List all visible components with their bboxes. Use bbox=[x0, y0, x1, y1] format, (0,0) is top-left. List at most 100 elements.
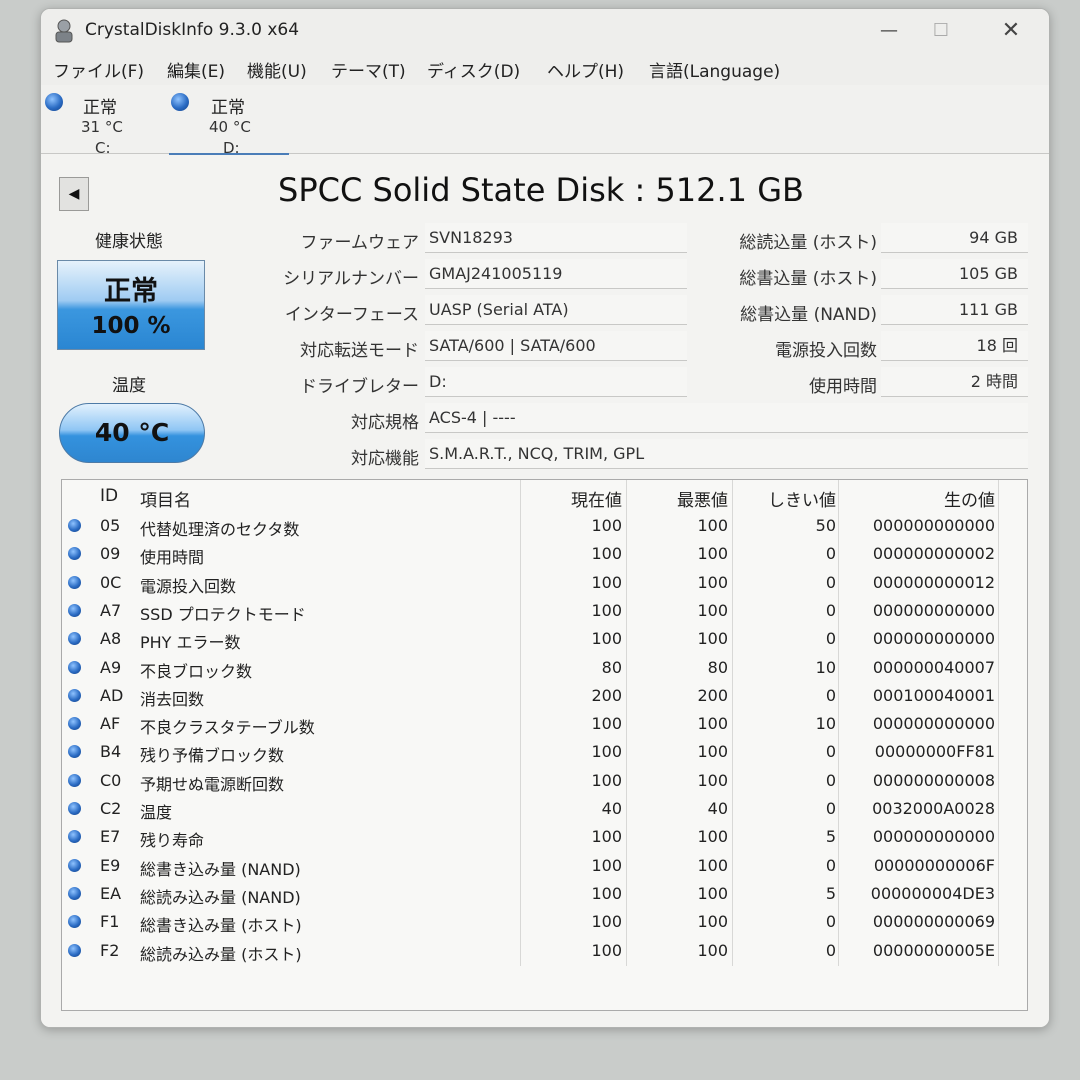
cell-worst: 100 bbox=[697, 516, 728, 535]
cell-raw: 000000000000 bbox=[872, 827, 995, 847]
cell-threshold: 0 bbox=[825, 685, 836, 705]
table-row[interactable]: C2 温度 40 40 0 0032000A0028 bbox=[62, 795, 1027, 823]
disk-status: 正常 bbox=[211, 98, 245, 118]
cell-worst: 200 bbox=[697, 685, 728, 705]
main-panel: ◀ SPCC Solid State Disk : 512.1 GB 健康状態 … bbox=[41, 155, 1049, 1027]
health-status-box[interactable]: 正常 100 % bbox=[57, 260, 205, 350]
table-row[interactable]: E7 残り寿命 100 100 5 000000000000 bbox=[62, 823, 1027, 851]
table-row[interactable]: F2 総読み込み量 (ホスト) 100 100 0 00000000005E bbox=[62, 937, 1027, 965]
status-dot-icon bbox=[68, 717, 81, 731]
header-worst[interactable]: 最悪値 bbox=[628, 486, 728, 511]
cell-current: 80 bbox=[601, 657, 622, 677]
info-value-features: S.M.A.R.T., NCQ, TRIM, GPL bbox=[425, 439, 1028, 469]
cell-name: 代替処理済のセクタ数 bbox=[140, 520, 300, 539]
cell-worst: 100 bbox=[697, 883, 728, 903]
table-row[interactable]: AF 不良クラスタテーブル数 100 100 10 000000000000 bbox=[62, 710, 1027, 738]
status-dot-icon bbox=[45, 93, 63, 111]
table-row[interactable]: A7 SSD プロテクトモード 100 100 0 000000000000 bbox=[62, 597, 1027, 625]
table-row[interactable]: 0C 電源投入回数 100 100 0 000000000012 bbox=[62, 569, 1027, 597]
minimize-button[interactable]: — bbox=[867, 15, 911, 47]
table-row[interactable]: B4 残り予備ブロック数 100 100 0 00000000FF81 bbox=[62, 738, 1027, 766]
stat-label-power-on-count: 電源投入回数 bbox=[775, 341, 877, 361]
cell-name: 残り予備ブロック数 bbox=[140, 746, 285, 766]
cell-name: 総書き込み量 (ホスト) bbox=[140, 916, 302, 936]
window-title: CrystalDiskInfo 9.3.0 x64 bbox=[85, 20, 300, 40]
table-row[interactable]: F1 総書き込み量 (ホスト) 100 100 0 000000000069 bbox=[62, 908, 1027, 936]
table-row[interactable]: 05 代替処理済のセクタ数 100 100 50 000000000000 bbox=[62, 512, 1027, 540]
temperature-value: 40 °C bbox=[94, 418, 170, 447]
previous-disk-button[interactable]: ◀ bbox=[59, 177, 89, 211]
cell-threshold: 0 bbox=[825, 770, 836, 790]
table-row[interactable]: A8 PHY エラー数 100 100 0 000000000000 bbox=[62, 625, 1027, 653]
close-button[interactable]: ✕ bbox=[989, 15, 1033, 47]
cell-worst: 100 bbox=[697, 544, 728, 564]
cell-raw: 00000000FF81 bbox=[874, 742, 995, 762]
cell-current: 100 bbox=[591, 940, 622, 960]
cell-threshold: 0 bbox=[825, 600, 836, 620]
header-threshold[interactable]: しきい値 bbox=[734, 486, 836, 511]
menu-function[interactable]: 機能(U) bbox=[247, 57, 307, 82]
menu-help[interactable]: ヘルプ(H) bbox=[547, 57, 624, 82]
stat-value-power-on-hours: 2 時間 bbox=[881, 367, 1028, 397]
info-label-interface: インターフェース bbox=[284, 305, 419, 325]
status-dot-icon bbox=[68, 547, 81, 561]
disk-selector-bar: 正常 31 °C C: 正常 40 °C D: bbox=[41, 85, 1049, 157]
info-value-serial: GMAJ241005119 bbox=[425, 259, 687, 289]
menu-file[interactable]: ファイル(F) bbox=[53, 57, 144, 82]
cell-worst: 100 bbox=[697, 600, 728, 620]
table-row[interactable]: A9 不良ブロック数 80 80 10 000000040007 bbox=[62, 654, 1027, 682]
status-dot-icon bbox=[68, 802, 81, 815]
cell-raw: 000000000008 bbox=[872, 770, 995, 790]
menu-theme[interactable]: テーマ(T) bbox=[331, 57, 406, 82]
cell-threshold: 0 bbox=[825, 855, 836, 875]
stat-label-nand-writes: 総書込量 (NAND) bbox=[740, 305, 877, 325]
table-row[interactable]: 09 使用時間 100 100 0 000000000002 bbox=[62, 540, 1027, 568]
cell-id: 05 bbox=[100, 516, 121, 535]
menu-language[interactable]: 言語(Language) bbox=[649, 57, 780, 82]
disk-model-title: SPCC Solid State Disk : 512.1 GB bbox=[278, 171, 804, 209]
maximize-button[interactable]: ☐ bbox=[919, 15, 963, 47]
cell-current: 100 bbox=[591, 770, 622, 790]
header-name[interactable]: 項目名 bbox=[140, 486, 191, 511]
cell-threshold: 0 bbox=[825, 544, 836, 564]
status-dot-icon bbox=[68, 886, 81, 900]
app-icon bbox=[55, 19, 73, 43]
cell-id: A9 bbox=[100, 657, 122, 677]
table-row[interactable]: EA 総読み込み量 (NAND) 100 100 5 000000004DE3 bbox=[62, 880, 1027, 908]
disk-tab-c[interactable]: 正常 31 °C C: bbox=[41, 87, 161, 157]
cell-threshold: 0 bbox=[825, 799, 836, 818]
cell-name: 温度 bbox=[140, 803, 173, 822]
cell-name: 不良クラスタテーブル数 bbox=[140, 718, 315, 738]
cell-name: 総読み込み量 (NAND) bbox=[140, 887, 301, 907]
table-row[interactable]: E9 総書き込み量 (NAND) 100 100 0 00000000006F bbox=[62, 852, 1027, 880]
cell-raw: 000000000000 bbox=[872, 516, 995, 535]
cell-worst: 100 bbox=[697, 714, 728, 734]
cell-current: 200 bbox=[591, 685, 622, 705]
stat-label-power-on-hours: 使用時間 bbox=[809, 377, 877, 397]
table-row[interactable]: C0 予期せぬ電源断回数 100 100 0 000000000008 bbox=[62, 767, 1027, 795]
temperature-box[interactable]: 40 °C bbox=[59, 403, 205, 463]
cell-raw: 000000000069 bbox=[872, 912, 995, 932]
cell-current: 100 bbox=[591, 544, 622, 564]
smart-attributes-table[interactable]: ID 項目名 現在値 最悪値 しきい値 生の値 05 代替処理済のセクタ数 100 1… bbox=[61, 479, 1028, 1011]
cell-raw: 000000040007 bbox=[872, 657, 995, 677]
stat-value-power-on-count: 18 回 bbox=[881, 331, 1028, 361]
header-current[interactable]: 現在値 bbox=[522, 486, 622, 511]
disk-tab-d[interactable]: 正常 40 °C D: bbox=[169, 87, 289, 157]
cell-worst: 80 bbox=[707, 657, 728, 677]
header-raw[interactable]: 生の値 bbox=[840, 486, 995, 511]
health-percent: 100 % bbox=[91, 313, 171, 339]
cell-name: 予期せぬ電源断回数 bbox=[140, 774, 285, 794]
cell-worst: 100 bbox=[697, 940, 728, 960]
cell-threshold: 0 bbox=[825, 912, 836, 932]
menu-disk[interactable]: ディスク(D) bbox=[427, 57, 520, 82]
cell-id: AF bbox=[100, 714, 121, 734]
cell-name: 消去回数 bbox=[140, 689, 205, 709]
cell-current: 100 bbox=[591, 827, 622, 847]
menu-edit[interactable]: 編集(E) bbox=[167, 57, 225, 82]
header-id[interactable]: ID bbox=[100, 486, 118, 506]
info-value-interface: UASP (Serial ATA) bbox=[425, 295, 687, 325]
table-row[interactable]: AD 消去回数 200 200 0 000100040001 bbox=[62, 682, 1027, 710]
cell-raw: 000000000002 bbox=[872, 544, 995, 564]
stat-label-host-reads: 総読込量 (ホスト) bbox=[739, 233, 877, 253]
